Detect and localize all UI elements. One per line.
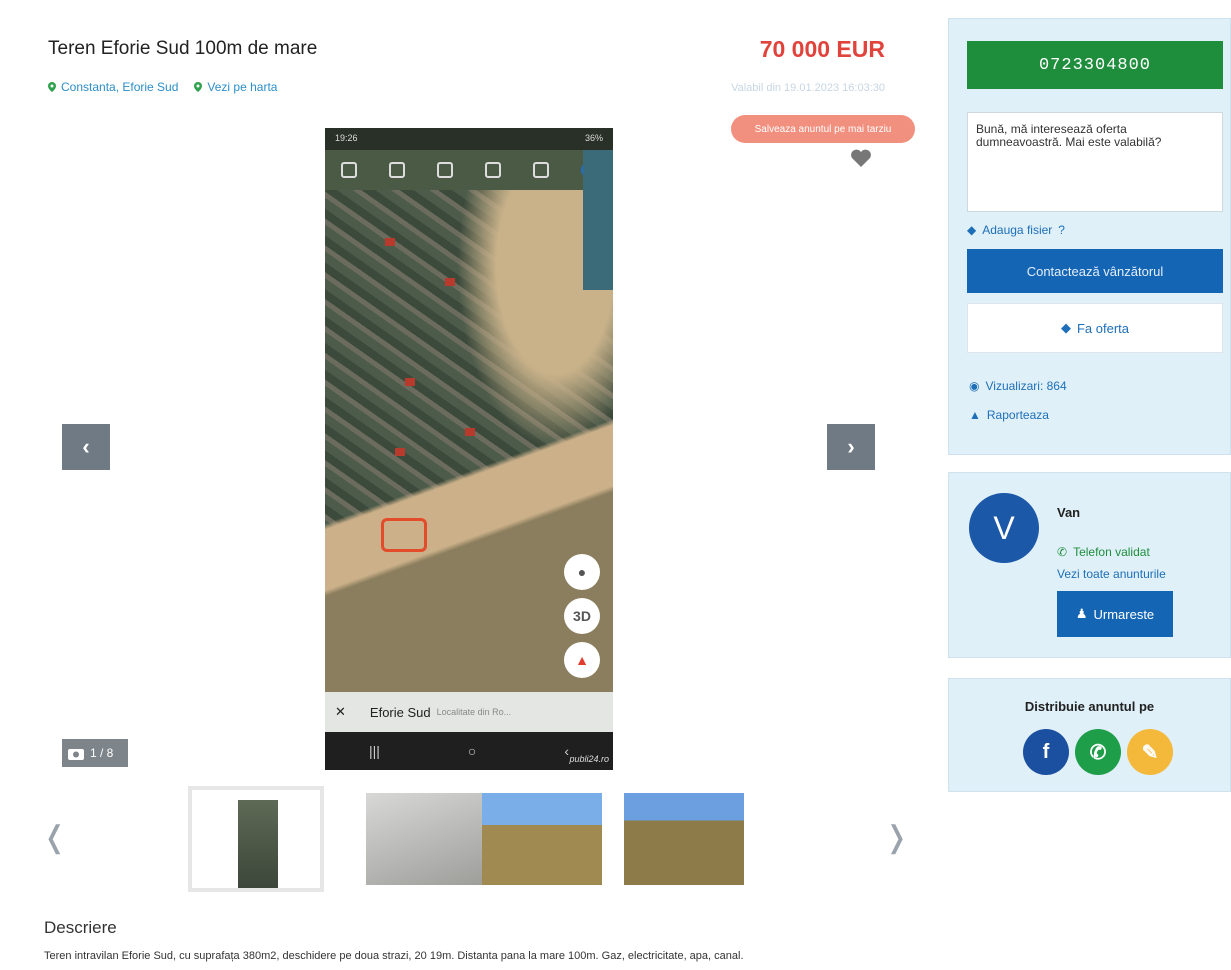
- camera-icon: [68, 748, 84, 760]
- place-bar: ✕ Eforie Sud Localitate din Ro...: [325, 692, 613, 732]
- layers-icon: [485, 162, 501, 178]
- tag-icon: ◆: [1060, 320, 1071, 335]
- contact-seller-button[interactable]: Contactează vânzătorul: [967, 249, 1223, 293]
- map-pin-icon: [48, 82, 56, 92]
- photo-counter: 1 / 8: [62, 739, 128, 767]
- thumbnail-2[interactable]: [366, 793, 486, 885]
- views-text: Vizualizari: 864: [985, 379, 1067, 393]
- roof-shape: [445, 278, 455, 286]
- phone-icon: ✆: [1057, 545, 1068, 559]
- warning-icon: ▲: [969, 408, 981, 422]
- thumbnail-1[interactable]: [188, 786, 324, 892]
- tag-icon: ◆: [967, 223, 977, 237]
- gallery-prev-button[interactable]: ‹: [62, 424, 110, 470]
- thumbnail-image: [238, 800, 278, 888]
- phone-validated-badge: ✆ Telefon validat: [1057, 545, 1150, 559]
- search-icon: [389, 162, 405, 178]
- plot-marker: [381, 518, 427, 552]
- location-row: Constanta, Eforie Sud Vezi pe harta: [48, 80, 277, 94]
- recent-apps-icon: |||: [368, 743, 380, 759]
- facebook-icon[interactable]: f: [1023, 729, 1069, 775]
- gallery-next-button[interactable]: ›: [827, 424, 875, 470]
- share-box: Distribuie anuntul pe f ✆ ✎: [948, 678, 1231, 792]
- follow-button[interactable]: ♟ Urmareste: [1057, 591, 1173, 637]
- menu-icon: [341, 162, 357, 178]
- status-time: 19:26: [335, 133, 358, 143]
- main-photo[interactable]: 19:26 36% ● 3D ▲ ✕ Eforie Sud Localitate…: [325, 128, 613, 770]
- watermark: publi24.ro: [569, 754, 609, 764]
- map-link[interactable]: Vezi pe harta: [194, 80, 277, 94]
- whatsapp-icon[interactable]: ✆: [1075, 729, 1121, 775]
- streetview-icon: ●: [564, 554, 600, 590]
- 3d-button: 3D: [564, 598, 600, 634]
- roof-shape: [385, 238, 395, 246]
- thumbs-prev-button[interactable]: ❬: [42, 820, 67, 855]
- heart-icon[interactable]: [850, 148, 872, 168]
- settings-icon: [437, 162, 453, 178]
- sea-strip: [583, 150, 613, 290]
- roof-shape: [395, 448, 405, 456]
- attach-file-label: Adauga fisier: [982, 223, 1053, 237]
- place-subtitle: Localitate din Ro...: [436, 707, 512, 717]
- contact-box: 0723304800 Bună, mă interesează oferta d…: [948, 18, 1231, 455]
- phone-button[interactable]: 0723304800: [967, 41, 1223, 89]
- map-pin-icon: [194, 82, 203, 92]
- eye-icon: ◉: [969, 379, 980, 393]
- map-toolbar: [325, 150, 613, 190]
- description-heading: Descriere: [44, 918, 117, 937]
- make-offer-button[interactable]: ◆ Fa oferta: [967, 303, 1223, 353]
- roof-shape: [465, 428, 475, 436]
- user-plus-icon: ♟: [1075, 606, 1088, 621]
- listing-title: Teren Eforie Sud 100m de mare: [48, 38, 318, 59]
- description-text: Teren intravilan Eforie Sud, cu suprafaț…: [44, 950, 744, 962]
- seller-box: V Van ✆ Telefon validat Vezi toate anunt…: [948, 472, 1231, 658]
- compass-icon: ▲: [564, 642, 600, 678]
- seller-name: Van: [1057, 505, 1081, 520]
- listing-price: 70 000 EUR: [759, 36, 885, 62]
- phone-status-bar: 19:26 36%: [325, 128, 613, 150]
- valid-since: Valabil din 19.01.2023 16:03:30: [731, 82, 885, 94]
- email-icon[interactable]: ✎: [1127, 729, 1173, 775]
- all-ads-link[interactable]: Vezi toate anunturile: [1057, 567, 1166, 581]
- share-title: Distribuie anuntul pe: [1024, 699, 1155, 714]
- seller-avatar: V: [969, 493, 1039, 563]
- close-icon: ✕: [335, 704, 346, 719]
- follow-label: Urmareste: [1093, 606, 1155, 622]
- ruler-icon: [533, 162, 549, 178]
- views-count: ◉ Vizualizari: 864: [969, 379, 1067, 393]
- place-name: Eforie Sud: [369, 704, 431, 720]
- phone-validated-text: Telefon validat: [1073, 545, 1150, 559]
- save-for-later-tooltip: Salveaza anuntul pe mai tarziu: [731, 115, 915, 143]
- attach-file-link[interactable]: ◆ Adauga fisier ?: [967, 223, 1065, 237]
- photo-counter-text: 1 / 8: [90, 746, 114, 760]
- map-link-text: Vezi pe harta: [207, 80, 278, 94]
- phone-nav-bar: ||| ○ ‹: [325, 732, 613, 770]
- help-icon[interactable]: ?: [1058, 223, 1065, 237]
- location-text: Constanta, Eforie Sud: [61, 80, 179, 94]
- status-battery: 36%: [584, 133, 603, 143]
- make-offer-label: Fa oferta: [1076, 320, 1130, 336]
- home-icon: ○: [467, 743, 477, 759]
- report-link[interactable]: ▲ Raporteaza: [969, 408, 1049, 422]
- message-textarea[interactable]: Bună, mă interesează oferta dumneavoastr…: [967, 112, 1223, 212]
- roof-shape: [405, 378, 415, 386]
- location-link[interactable]: Constanta, Eforie Sud: [48, 80, 178, 94]
- thumbnail-4[interactable]: [624, 793, 744, 885]
- report-text: Raporteaza: [986, 408, 1049, 422]
- thumbnail-3[interactable]: [482, 793, 602, 885]
- thumbs-next-button[interactable]: ❭: [884, 820, 909, 855]
